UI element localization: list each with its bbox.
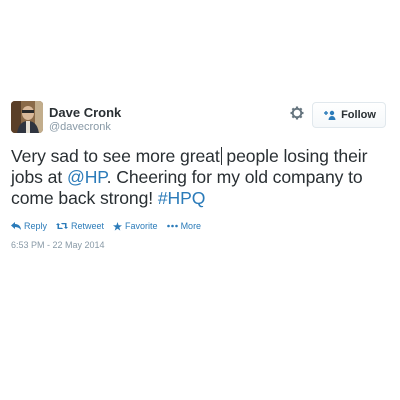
- user-avatar-photo-icon: [11, 101, 43, 133]
- star-icon: [113, 221, 123, 231]
- more-dots-icon: [166, 224, 178, 228]
- retweet-action[interactable]: Retweet: [56, 221, 104, 231]
- more-action[interactable]: More: [166, 221, 202, 231]
- gear-icon[interactable]: [290, 106, 304, 120]
- tweet-actions: Reply Retweet Favorite More: [11, 221, 210, 231]
- tweet-header: Dave Cronk @davecronk Follow: [11, 101, 389, 137]
- add-user-icon: [324, 110, 336, 120]
- retweet-label: Retweet: [71, 221, 105, 231]
- user-info: Dave Cronk @davecronk: [49, 105, 121, 134]
- mention-link[interactable]: @HP: [67, 167, 107, 187]
- reply-icon: [11, 222, 21, 230]
- follow-button-label: Follow: [341, 109, 376, 121]
- tweet-text: Very sad to see more great people losing…: [11, 146, 391, 209]
- tweet-card: Dave Cronk @davecronk Follow Very sad to…: [0, 0, 400, 400]
- hashtag-link[interactable]: #HPQ: [158, 188, 206, 208]
- follow-button[interactable]: Follow: [312, 102, 386, 128]
- tweet-timestamp[interactable]: 6:53 PM - 22 May 2014: [11, 240, 105, 250]
- reply-action[interactable]: Reply: [11, 221, 47, 231]
- display-name[interactable]: Dave Cronk: [49, 105, 121, 120]
- favorite-action[interactable]: Favorite: [113, 221, 158, 231]
- reply-label: Reply: [24, 221, 48, 231]
- more-label: More: [180, 221, 202, 231]
- screen-name[interactable]: @davecronk: [49, 120, 121, 134]
- tweet-text-part1: Very sad to see more great: [11, 146, 220, 166]
- retweet-icon: [56, 223, 69, 229]
- favorite-label: Favorite: [125, 221, 158, 231]
- user-avatar[interactable]: [11, 101, 43, 133]
